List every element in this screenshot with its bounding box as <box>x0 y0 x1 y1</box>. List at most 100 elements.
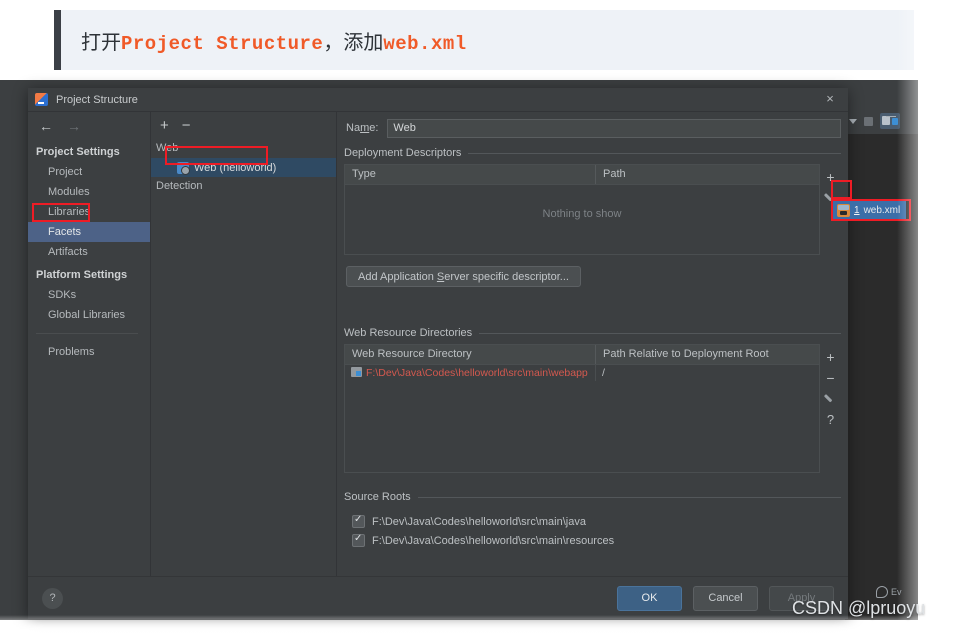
checkbox-source-root-resources[interactable] <box>352 533 365 547</box>
web-resource-help-button[interactable]: ? <box>820 409 841 430</box>
name-label-mnemonic: m <box>360 122 370 134</box>
facet-settings-content: Name: Deployment Descriptors Type Path N… <box>337 112 848 576</box>
csdn-watermark: CSDN @lpruoyu <box>792 598 926 618</box>
table-empty-message: Nothing to show <box>542 208 622 220</box>
source-roots-label: Source Roots <box>344 491 411 503</box>
name-label-pre: Na <box>346 122 361 134</box>
chevron-down-icon[interactable] <box>849 118 857 124</box>
name-row: Name: <box>344 112 841 144</box>
name-label: Name: <box>346 122 378 134</box>
facet-item-web-helloworld[interactable]: Web (helloworld) <box>151 158 336 177</box>
descriptor-button-pre: Add Application <box>358 270 437 283</box>
back-arrow-icon[interactable]: ← <box>39 119 53 133</box>
facets-toolbar: + − <box>151 112 336 139</box>
dialog-title: Project Structure <box>56 93 138 106</box>
descriptor-button-post: erver specific descriptor... <box>444 270 569 283</box>
sidebar-item-artifacts[interactable]: Artifacts <box>28 242 150 262</box>
ide-minimize-icon[interactable] <box>886 116 896 117</box>
column-header-relative-path: Path Relative to Deployment Root <box>595 345 819 364</box>
list-item[interactable]: F:\Dev\Java\Codes\helloworld\src\main\re… <box>352 531 841 550</box>
section-rule <box>468 152 841 154</box>
banner-text: 打开Project Structure，添加web.xml <box>61 26 467 55</box>
cell-relative-path: / <box>595 365 819 381</box>
add-descriptor-button[interactable]: + <box>820 166 841 187</box>
add-app-server-descriptor-button[interactable]: Add Application Server specific descript… <box>346 266 581 287</box>
edit-web-resource-button[interactable] <box>820 388 841 409</box>
help-button[interactable]: ? <box>42 587 63 609</box>
web-resource-directories-table: Web Resource Directory Path Relative to … <box>344 344 820 473</box>
dialog-body: ← → Project Settings Project Modules Lib… <box>28 111 848 576</box>
dialog-footer: ? OK Cancel Apply <box>28 576 848 619</box>
instruction-banner: 打开Project Structure，添加web.xml <box>54 10 914 70</box>
forward-arrow-icon[interactable]: → <box>67 119 81 133</box>
table-row[interactable]: F:\Dev\Java\Codes\helloworld\src\main\we… <box>345 365 819 381</box>
sidebar-divider <box>36 333 138 334</box>
deployment-descriptors-label: Deployment Descriptors <box>344 147 462 159</box>
sidebar-item-problems[interactable]: Problems <box>28 342 150 362</box>
web-resource-directories-table-wrap: Web Resource Directory Path Relative to … <box>344 344 841 473</box>
cell-directory-text: F:\Dev\Java\Codes\helloworld\src\main\we… <box>366 367 588 379</box>
search-everywhere-icon[interactable] <box>876 586 888 598</box>
table-header-row: Web Resource Directory Path Relative to … <box>345 345 819 365</box>
web-resource-directories-section-header: Web Resource Directories <box>344 327 841 339</box>
pencil-icon <box>825 393 836 404</box>
section-rule <box>479 332 841 334</box>
facets-panel: + − Web Web (helloworld) Detection <box>151 112 337 576</box>
column-header-type: Type <box>352 168 376 180</box>
table-body: F:\Dev\Java\Codes\helloworld\src\main\we… <box>345 365 819 472</box>
banner-code-webxml: web.xml <box>383 32 467 55</box>
deployment-descriptors-table-wrap: Type Path Nothing to show + <box>344 164 841 255</box>
intellij-idea-icon <box>35 93 48 106</box>
settings-sidebar: ← → Project Settings Project Modules Lib… <box>28 112 151 576</box>
webxml-popup-label: web.xml <box>863 204 901 216</box>
banner-text-part2: ，添加 <box>323 31 384 54</box>
cell-web-resource-directory: F:\Dev\Java\Codes\helloworld\src\main\we… <box>345 365 595 381</box>
remove-web-resource-button[interactable]: − <box>820 367 841 388</box>
ide-status-indicator: Ev <box>876 586 902 598</box>
deployment-descriptors-section-header: Deployment Descriptors <box>344 147 841 159</box>
section-rule <box>417 496 841 498</box>
sidebar-item-facets[interactable]: Facets <box>28 222 150 242</box>
source-roots-list: F:\Dev\Java\Codes\helloworld\src\main\ja… <box>344 508 841 550</box>
nav-history-controls: ← → <box>28 112 150 139</box>
facet-name-input[interactable] <box>387 118 841 138</box>
sidebar-item-libraries[interactable]: Libraries <box>28 202 150 222</box>
ide-status-label: Ev <box>891 587 902 597</box>
ok-button[interactable]: OK <box>617 585 682 611</box>
banner-code-project-structure: Project Structure <box>121 32 324 55</box>
stop-icon[interactable] <box>864 116 873 126</box>
web-resource-directories-label: Web Resource Directories <box>344 327 473 339</box>
web-facet-icon <box>177 161 190 175</box>
source-root-path: F:\Dev\Java\Codes\helloworld\src\main\re… <box>372 534 615 547</box>
project-structure-dialog: Project Structure × ← → Project Settings… <box>28 88 848 619</box>
list-item[interactable]: F:\Dev\Java\Codes\helloworld\src\main\ja… <box>352 512 841 531</box>
banner-text-part1: 打开 <box>81 31 121 54</box>
source-roots-section-header: Source Roots <box>344 491 841 503</box>
sidebar-item-sdks[interactable]: SDKs <box>28 285 150 305</box>
add-facet-icon[interactable]: + <box>160 118 169 133</box>
folder-web-icon <box>351 367 362 377</box>
add-web-resource-button[interactable]: + <box>820 346 841 367</box>
source-root-path: F:\Dev\Java\Codes\helloworld\src\main\ja… <box>372 515 586 528</box>
deployment-descriptors-table: Type Path Nothing to show <box>344 164 820 255</box>
web-resource-side-buttons: + − ? <box>820 344 841 473</box>
table-header-row: Type Path <box>345 165 819 185</box>
remove-facet-icon[interactable]: − <box>182 118 191 133</box>
cancel-button[interactable]: Cancel <box>693 585 758 611</box>
facets-group-detection[interactable]: Detection <box>151 177 336 196</box>
close-icon[interactable]: × <box>823 92 837 106</box>
column-header-web-resource-directory: Web Resource Directory <box>352 348 472 360</box>
webxml-popup-index: 1 <box>854 204 860 216</box>
nav-group-platform-settings: Platform Settings <box>36 269 128 281</box>
sidebar-item-project[interactable]: Project <box>28 162 150 182</box>
facets-group-web: Web <box>156 142 179 154</box>
column-header-path: Path <box>595 165 819 184</box>
sidebar-item-global-libraries[interactable]: Global Libraries <box>28 305 150 325</box>
name-label-post: e: <box>369 122 379 134</box>
ide-toolbar <box>845 110 922 132</box>
nav-group-project-settings: Project Settings <box>36 146 120 158</box>
sidebar-item-modules[interactable]: Modules <box>28 182 150 202</box>
checkbox-source-root-java[interactable] <box>352 514 365 528</box>
webxml-popup-item[interactable]: 1 web.xml <box>833 201 907 219</box>
webxml-file-icon <box>837 203 850 217</box>
